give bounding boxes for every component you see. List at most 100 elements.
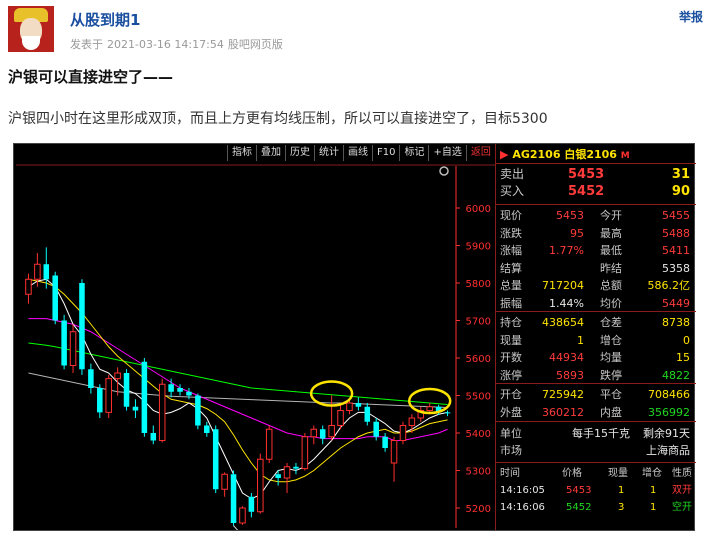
candle-body	[301, 436, 309, 470]
stat-value: 5453	[556, 209, 584, 222]
y-tick-label: 5400	[466, 429, 491, 440]
unit-label: 单位	[500, 427, 522, 440]
tick-price: 5452	[566, 502, 592, 513]
stat-label: 平仓	[600, 388, 622, 401]
candle-body	[150, 433, 157, 441]
candle-body	[79, 283, 85, 370]
ticks-oi-header: 增仓	[642, 468, 662, 479]
candle-body	[293, 466, 299, 469]
quote-row: 外盘 360212 内盘 356992	[496, 404, 696, 421]
stat-label: 持仓	[500, 316, 522, 329]
stat-label: 结算	[500, 261, 522, 275]
candle-body	[141, 361, 148, 433]
candle-body	[390, 440, 398, 464]
settings-icon	[439, 166, 449, 176]
toolbar-history[interactable]: 历史	[285, 145, 314, 161]
tick-nature: 双开	[672, 485, 692, 496]
quote-row: 涨幅 1.77% 最低 5411	[496, 242, 696, 259]
post-body: 沪银四小时在这里形成双顶，而且上方更有均线压制，所以可以直接进空了，目标5300	[8, 111, 548, 127]
toolbar-draw[interactable]: 画线	[343, 145, 372, 161]
quote-row: 开仓 725942 平仓 708466	[496, 386, 696, 403]
divider	[496, 204, 696, 205]
stat-label: 现量	[500, 333, 522, 347]
candle-body	[195, 395, 201, 426]
tick-oi: 1	[650, 485, 657, 496]
candle-body	[204, 425, 210, 433]
stat-value: 586.2亿	[647, 279, 691, 292]
stat-label: 外盘	[500, 405, 522, 419]
candle-body	[34, 263, 41, 280]
candle-body	[25, 278, 32, 295]
candle-body	[177, 388, 183, 392]
toolbar-indicator[interactable]: 指标	[227, 145, 256, 161]
buy-label: 买入	[500, 184, 525, 198]
stat-value: 717204	[542, 279, 584, 292]
username-link[interactable]: 从股到期1	[70, 9, 140, 30]
stat-label: 现价	[500, 209, 522, 222]
chart-screenshot[interactable]: 6000590058005700560055005400530052005153…	[13, 143, 696, 534]
avatar[interactable]	[8, 6, 54, 52]
y-tick-label: 5800	[466, 279, 491, 290]
quote-row: 涨跌 95 最高 5488	[496, 225, 696, 242]
toolbar-add-watch[interactable]: +自选	[428, 145, 465, 161]
candle-body	[123, 373, 130, 407]
toolbar-mark[interactable]: 标记	[399, 145, 428, 161]
candle-body	[283, 466, 291, 479]
quote-row: 持仓 438654 仓差 8738	[496, 314, 696, 331]
candle-body	[382, 436, 388, 448]
stat-value: 15	[676, 351, 690, 364]
stat-label: 内盘	[600, 405, 622, 419]
quote-row: 涨停 5893 跌停 4822	[496, 367, 696, 384]
unit-row: 单位 每手15千克 剩余91天	[496, 425, 696, 442]
y-tick-label: 5300	[466, 467, 491, 478]
divider	[496, 163, 696, 164]
toolbar-stats[interactable]: 统计	[314, 145, 343, 161]
stat-value: 5455	[662, 209, 690, 222]
quote-panel: ▶ AG2106 白银2106 M 卖出 5453 31 买入 5452 90 …	[495, 144, 696, 530]
report-link[interactable]: 举报	[679, 8, 703, 25]
sell-price: 5453	[568, 167, 605, 182]
quote-row: 现量 1 增仓 0	[496, 332, 696, 349]
toolbar-f10[interactable]: F10	[372, 145, 399, 161]
stat-value: 0	[683, 333, 690, 347]
stat-label: 跌停	[600, 368, 622, 382]
candle-body	[275, 474, 281, 478]
candle-body	[310, 428, 318, 438]
tick-oi: 1	[650, 502, 657, 513]
unit-value: 每手15千克	[572, 427, 630, 440]
ticks-price-header: 价格	[562, 468, 582, 479]
stat-value: 1.44%	[549, 296, 584, 310]
candle-body	[132, 406, 139, 411]
kline-chart: 6000590058005700560055005400530052005153…	[14, 144, 495, 534]
toolbar-overlay[interactable]: 叠加	[256, 145, 285, 161]
post-title: 沪银可以直接进空了——	[8, 68, 174, 86]
divider	[496, 421, 696, 422]
quote-row: 振幅 1.44% 均价 5449	[496, 295, 696, 312]
tick-price: 5453	[566, 485, 592, 496]
sell-row: 卖出 5453 31	[496, 166, 696, 183]
stat-value: 5449	[662, 296, 690, 310]
stat-value: 708466	[648, 388, 690, 401]
stat-value: 360212	[542, 405, 584, 419]
post-source: 股吧网页版	[227, 38, 283, 51]
kline-svg: 6000590058005700560055005400530052005153	[16, 164, 495, 534]
candle-body	[52, 275, 58, 321]
candle-body	[373, 421, 379, 437]
tick-vol: 1	[618, 485, 625, 496]
candle-body	[408, 417, 416, 426]
candle-body	[346, 402, 353, 411]
candle-body	[168, 384, 174, 392]
stat-label: 最高	[600, 226, 622, 240]
tick-nature: 空开	[672, 502, 692, 513]
candle-body	[158, 383, 166, 441]
candle-body	[97, 388, 103, 413]
stat-label: 涨停	[500, 368, 522, 382]
avatar-beard	[22, 36, 40, 50]
ticks-time-header: 时间	[500, 468, 520, 479]
candle-body	[319, 429, 326, 439]
ticks-header: 时间 价格 现量 增仓 性质	[496, 465, 696, 482]
toolbar-back[interactable]: 返回	[465, 145, 495, 161]
market-row: 市场 上海商品	[496, 442, 696, 459]
stat-value: 725942	[542, 388, 584, 401]
quote-row: 总量 717204 总额 586.2亿	[496, 277, 696, 294]
